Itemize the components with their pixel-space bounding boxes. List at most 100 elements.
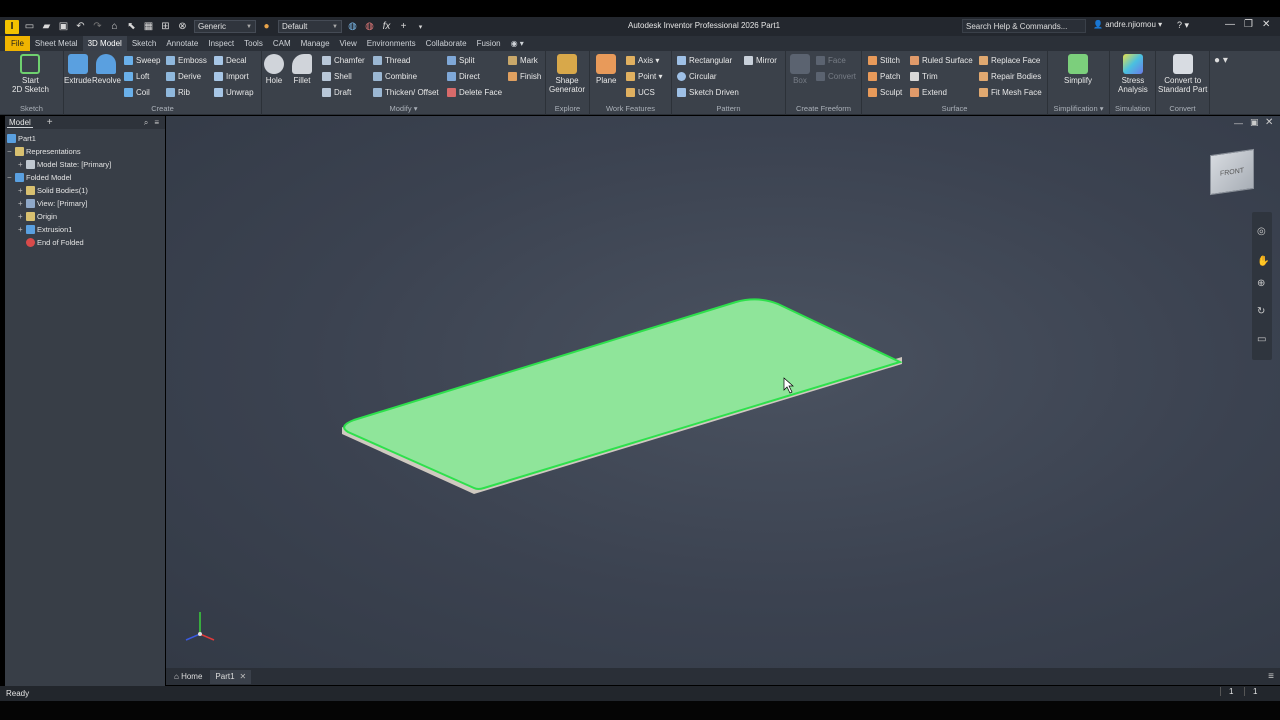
- direct-button[interactable]: Direct: [447, 70, 480, 82]
- ribbon-display-toggle-icon[interactable]: ◉ ▾: [506, 36, 529, 51]
- browser-menu-icon[interactable]: ≡: [154, 118, 159, 127]
- tree-item-model-state[interactable]: + Model State: [Primary]: [18, 158, 111, 170]
- box-button[interactable]: Box: [790, 54, 810, 85]
- repair-bodies-button[interactable]: Repair Bodies: [979, 70, 1041, 82]
- viewport-close-icon[interactable]: ✕: [1265, 117, 1273, 128]
- customize-dropdown-icon[interactable]: ▾: [414, 20, 427, 33]
- tree-item-origin[interactable]: + Origin: [18, 210, 57, 222]
- tab-part1[interactable]: Part1 ✕: [210, 669, 252, 684]
- thread-button[interactable]: Thread: [373, 54, 410, 66]
- fit-mesh-face-button[interactable]: Fit Mesh Face: [979, 86, 1042, 98]
- split-button[interactable]: Split: [447, 54, 475, 66]
- material-select[interactable]: Default ▼: [278, 20, 342, 33]
- mirror-button[interactable]: Mirror: [744, 54, 777, 66]
- point-button[interactable]: Point ▾: [626, 70, 662, 82]
- tab-environments[interactable]: Environments: [362, 36, 421, 51]
- plate-top-face[interactable]: [343, 298, 903, 490]
- close-icon[interactable]: ✕: [1262, 19, 1270, 30]
- extrude-button[interactable]: Extrude: [64, 54, 92, 85]
- user-account-menu[interactable]: 👤 andre.njiomou ▾: [1093, 20, 1162, 29]
- tree-item-view[interactable]: + View: [Primary]: [18, 197, 87, 209]
- loft-button[interactable]: Loft: [124, 70, 149, 82]
- derive-button[interactable]: Derive: [166, 70, 201, 82]
- select-icon[interactable]: ⬉: [125, 20, 138, 33]
- tree-item-solid-bodies[interactable]: + Solid Bodies(1): [18, 184, 88, 196]
- ruled-surface-button[interactable]: Ruled Surface: [910, 54, 973, 66]
- add-icon[interactable]: +: [397, 20, 410, 33]
- circular-pattern-button[interactable]: Circular: [677, 70, 717, 82]
- chamfer-button[interactable]: Chamfer: [322, 54, 365, 66]
- stitch-button[interactable]: Stitch: [868, 54, 900, 66]
- minimize-icon[interactable]: —: [1225, 19, 1235, 30]
- collapse-icon[interactable]: −: [7, 173, 15, 182]
- trim-button[interactable]: Trim: [910, 70, 938, 82]
- axis-button[interactable]: Axis ▾: [626, 54, 659, 66]
- expand-icon[interactable]: +: [18, 225, 26, 234]
- tab-3d-model[interactable]: 3D Model: [82, 36, 127, 51]
- appearance-select[interactable]: Generic ▼: [194, 20, 256, 33]
- open-folder-icon[interactable]: ▰: [40, 20, 53, 33]
- measure-icon[interactable]: ⊞: [159, 20, 172, 33]
- sweep-button[interactable]: Sweep: [124, 54, 160, 66]
- tree-root-part1[interactable]: Part1: [7, 132, 36, 144]
- color-override-icon[interactable]: ◍: [346, 20, 359, 33]
- tree-item-extrusion1[interactable]: + Extrusion1: [18, 223, 72, 235]
- sculpt-button[interactable]: Sculpt: [868, 86, 902, 98]
- finish-button[interactable]: Finish: [508, 70, 541, 82]
- emboss-button[interactable]: Emboss: [166, 54, 207, 66]
- shell-button[interactable]: Shell: [322, 70, 352, 82]
- tab-cam[interactable]: CAM: [268, 36, 296, 51]
- browser-search-icon[interactable]: ⌕: [144, 118, 148, 128]
- panel-title-modify[interactable]: Modify ▾: [262, 104, 545, 113]
- shape-generator-button[interactable]: Shape Generator: [549, 54, 585, 94]
- browser-tab-model[interactable]: Model: [7, 118, 33, 128]
- start-2d-sketch-button[interactable]: Start 2D Sketch: [12, 54, 49, 94]
- tab-fusion[interactable]: Fusion: [472, 36, 506, 51]
- tab-home[interactable]: ⌂ Home: [169, 670, 207, 684]
- import-button[interactable]: Import: [214, 70, 249, 82]
- tab-file[interactable]: File: [5, 36, 30, 51]
- tree-item-representations[interactable]: − Representations: [7, 145, 81, 157]
- viewport-maximize-icon[interactable]: ▣: [1250, 117, 1259, 128]
- expand-icon[interactable]: +: [18, 160, 26, 169]
- redo-icon[interactable]: ↷: [91, 20, 104, 33]
- delete-face-button[interactable]: Delete Face: [447, 86, 502, 98]
- tab-tools[interactable]: Tools: [239, 36, 268, 51]
- expand-icon[interactable]: +: [18, 186, 26, 195]
- undo-icon[interactable]: ↶: [74, 20, 87, 33]
- add-browser-tab-icon[interactable]: +: [47, 117, 53, 128]
- stress-analysis-button[interactable]: Stress Analysis: [1118, 54, 1148, 94]
- tree-item-end-of-folded[interactable]: End of Folded: [26, 236, 84, 248]
- tab-manage[interactable]: Manage: [296, 36, 335, 51]
- help-icon[interactable]: ? ▾: [1177, 20, 1189, 31]
- save-icon[interactable]: ▣: [57, 20, 70, 33]
- orbit-icon[interactable]: ↻: [1257, 306, 1265, 317]
- close-tab-icon[interactable]: ✕: [240, 672, 247, 681]
- home-icon[interactable]: ⌂: [108, 20, 121, 33]
- collapse-icon[interactable]: −: [7, 147, 15, 156]
- look-at-icon[interactable]: ▭: [1257, 334, 1266, 345]
- coil-button[interactable]: Coil: [124, 86, 150, 98]
- zoom-icon[interactable]: ⊕: [1257, 278, 1265, 289]
- search-help-input[interactable]: Search Help & Commands...: [962, 19, 1086, 33]
- inventor-logo-icon[interactable]: I: [5, 19, 19, 34]
- tab-view[interactable]: View: [335, 36, 362, 51]
- steering-wheel-icon[interactable]: ◎: [1257, 226, 1266, 237]
- pan-hand-icon[interactable]: ✋: [1257, 256, 1269, 267]
- fx-parameters-icon[interactable]: fx: [380, 20, 393, 33]
- patch-button[interactable]: Patch: [868, 70, 900, 82]
- rectangular-pattern-button[interactable]: Rectangular: [677, 54, 732, 66]
- combine-button[interactable]: Combine: [373, 70, 417, 82]
- clear-appearance-icon[interactable]: ◍: [363, 20, 376, 33]
- mark-button[interactable]: Mark: [508, 54, 538, 66]
- decal-button[interactable]: Decal: [214, 54, 246, 66]
- expand-icon[interactable]: +: [18, 199, 26, 208]
- new-file-icon[interactable]: ▭: [23, 20, 36, 33]
- cancel-icon[interactable]: ⊗: [176, 20, 189, 33]
- panel-title-simplification[interactable]: Simplification ▾: [1048, 104, 1109, 113]
- fillet-button[interactable]: Fillet: [292, 54, 312, 85]
- expand-icon[interactable]: +: [18, 212, 26, 221]
- simplify-button[interactable]: Simplify: [1064, 54, 1092, 85]
- viewport-minimize-icon[interactable]: —: [1234, 118, 1243, 128]
- extend-button[interactable]: Extend: [910, 86, 947, 98]
